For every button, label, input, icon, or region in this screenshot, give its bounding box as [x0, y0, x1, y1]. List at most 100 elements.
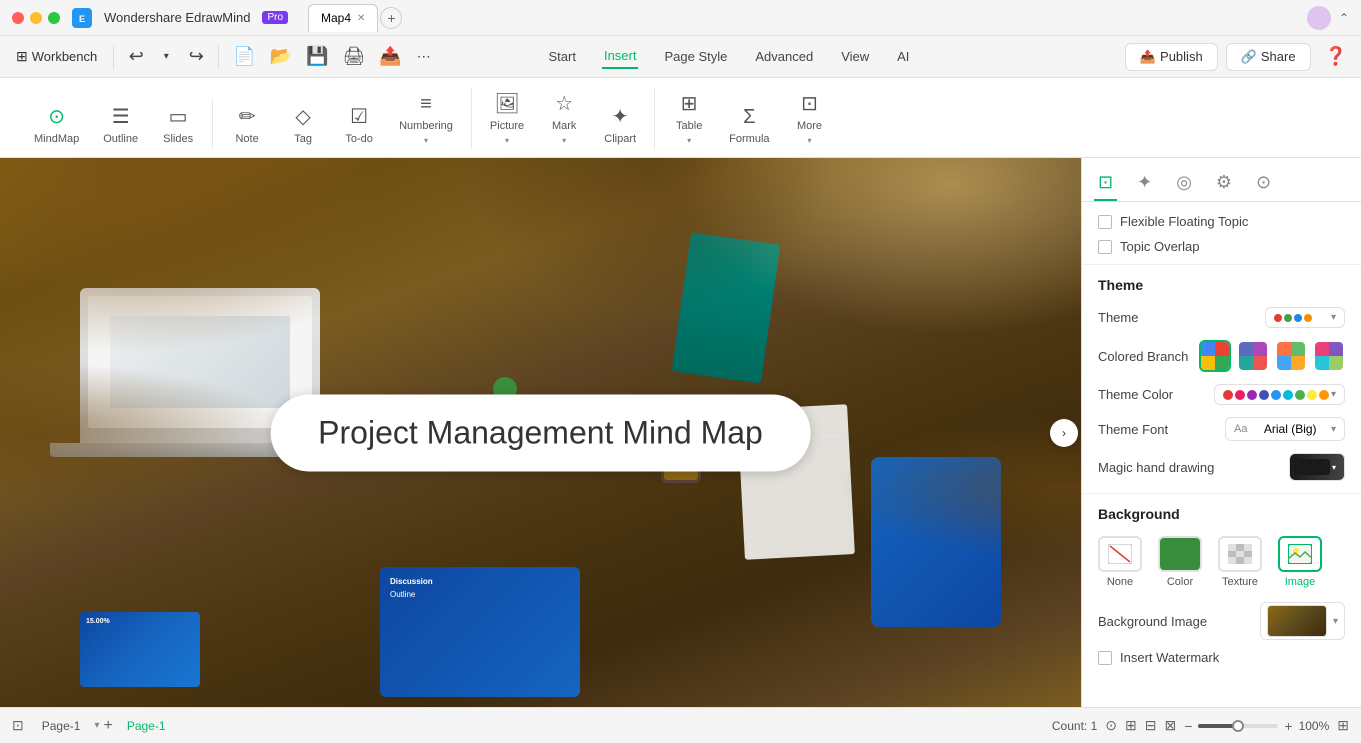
new-button[interactable]: 📄: [227, 43, 261, 71]
bg-color-option[interactable]: Color: [1158, 536, 1202, 588]
panel-tab-style[interactable]: ⊡: [1094, 166, 1117, 201]
mindmap-button[interactable]: ⊙ MindMap: [28, 100, 85, 149]
slides-button[interactable]: ▭ Slides: [156, 100, 200, 149]
branch-option-4[interactable]: [1313, 340, 1345, 372]
tab-page-style[interactable]: Page Style: [662, 45, 729, 68]
panel-toggle-button[interactable]: ›: [1050, 419, 1078, 447]
tab-advanced[interactable]: Advanced: [753, 45, 815, 68]
undo-dropdown[interactable]: ▾: [152, 43, 180, 71]
branch-option-1[interactable]: [1199, 340, 1231, 372]
tab-insert[interactable]: Insert: [602, 44, 639, 69]
zoom-controls: − + 100%: [1184, 718, 1329, 734]
todo-button[interactable]: ☑ To-do: [337, 100, 381, 149]
bg-image-icon: [1278, 536, 1322, 572]
magic-hand-dropdown[interactable]: ▾: [1289, 453, 1345, 481]
watermark-checkbox[interactable]: [1098, 651, 1112, 665]
mark-label: Mark: [552, 120, 576, 132]
redo-button[interactable]: ↪: [182, 43, 210, 71]
theme-dropdown[interactable]: ▾: [1265, 307, 1345, 328]
workbench-button[interactable]: ⊞ Workbench: [8, 44, 105, 69]
undo-button[interactable]: ↩: [122, 43, 150, 71]
branch-option-2[interactable]: [1237, 340, 1269, 372]
active-page-tab[interactable]: Page-1: [117, 717, 176, 735]
export-button[interactable]: 📤: [373, 43, 407, 71]
print-button[interactable]: 🖨: [337, 43, 372, 71]
table-button[interactable]: ⊞ Table ▾: [667, 87, 711, 149]
bg-image-thumbnail: [1267, 605, 1327, 637]
view-mode-group: ⊙ MindMap ☰ Outline ▭ Slides: [16, 100, 213, 149]
branch-option-3[interactable]: [1275, 340, 1307, 372]
topic-overlap-checkbox[interactable]: [1098, 240, 1112, 254]
view-icon[interactable]: ⊠: [1164, 717, 1176, 734]
open-button[interactable]: 📂: [264, 43, 298, 71]
mark-button[interactable]: ☆ Mark ▾: [542, 87, 586, 149]
publish-button[interactable]: 📤 Publish: [1125, 43, 1218, 71]
close-button[interactable]: [12, 12, 24, 24]
theme-color-arrow-icon: ▾: [1331, 389, 1336, 400]
bg-none-option[interactable]: None: [1098, 536, 1142, 588]
divider-2: [218, 45, 219, 69]
minimize-button[interactable]: [30, 12, 42, 24]
clipart-button[interactable]: ✦ Clipart: [598, 100, 642, 149]
title-bar-right: ⌃: [1307, 6, 1349, 30]
numbering-button[interactable]: ≡ Numbering ▾: [393, 89, 459, 149]
publish-icon: 📤: [1140, 49, 1156, 65]
magic-hand-row: Magic hand drawing ▾: [1098, 453, 1345, 481]
map-tab[interactable]: Map4 ✕: [308, 4, 378, 32]
bg-texture-option[interactable]: Texture: [1218, 536, 1262, 588]
note-button[interactable]: ✏ Note: [225, 100, 269, 149]
add-page-button[interactable]: +: [103, 717, 112, 735]
zoom-in-button[interactable]: +: [1284, 718, 1292, 734]
expand-icon[interactable]: ⊞: [1337, 717, 1349, 734]
bg-image-dropdown[interactable]: ▾: [1260, 602, 1345, 640]
save-button[interactable]: 💾: [300, 43, 334, 71]
page-tab-dropdown-btn[interactable]: Page-1: [32, 717, 91, 735]
tag-button[interactable]: ◇ Tag: [281, 100, 325, 149]
theme-color-dropdown[interactable]: ▾: [1214, 384, 1345, 405]
zoom-slider[interactable]: [1198, 724, 1278, 728]
more-tools-button[interactable]: ⋯: [410, 43, 438, 71]
add-tab-button[interactable]: +: [380, 7, 402, 29]
workbench-icon: ⊞: [16, 48, 28, 65]
floating-topic-checkbox[interactable]: [1098, 215, 1112, 229]
help-button[interactable]: ❓: [1319, 43, 1353, 71]
formula-button[interactable]: Σ Formula: [723, 102, 775, 149]
fullscreen-icon[interactable]: ⊟: [1145, 717, 1157, 734]
zoom-slider-thumb[interactable]: [1232, 720, 1244, 732]
separator-1: [1082, 264, 1361, 265]
page-tab-arrow-icon[interactable]: ▾: [94, 720, 99, 731]
tab-start[interactable]: Start: [547, 45, 578, 68]
background-section: Background None: [1098, 506, 1345, 665]
grid-icon[interactable]: ⊞: [1125, 717, 1137, 734]
tab-close-icon[interactable]: ✕: [357, 13, 365, 24]
panel-tab-ai[interactable]: ✦: [1133, 166, 1156, 201]
panel-tab-time[interactable]: ⊙: [1252, 166, 1275, 201]
bg-image-option[interactable]: Image: [1278, 536, 1322, 588]
collapse-button[interactable]: ⌃: [1339, 11, 1349, 25]
panel-tab-search[interactable]: ◎: [1172, 166, 1196, 201]
user-avatar[interactable]: [1307, 6, 1331, 30]
more-button[interactable]: ⊡ More ▾: [788, 87, 832, 149]
fit-icon[interactable]: ⊙: [1105, 717, 1117, 734]
color-6: [1283, 390, 1293, 400]
theme-font-row: Theme Font Aa Arial (Big) ▾: [1098, 417, 1345, 441]
page-tabs: Page-1 ▾ + Page-1: [32, 717, 176, 735]
color-7: [1295, 390, 1305, 400]
picture-button[interactable]: 🖼 Picture ▾: [484, 87, 530, 149]
outline-button[interactable]: ☰ Outline: [97, 100, 144, 149]
canvas-area[interactable]: 15.00% Discussion Outline: [0, 158, 1081, 707]
color-4: [1259, 390, 1269, 400]
bc4-br: [1329, 356, 1343, 370]
data-group: ⊞ Table ▾ Σ Formula ⊡ More ▾: [655, 87, 843, 149]
layout-icon[interactable]: ⊡: [12, 717, 24, 734]
panel-tab-settings[interactable]: ⚙: [1212, 166, 1236, 201]
theme-font-dropdown[interactable]: Aa Arial (Big) ▾: [1225, 417, 1345, 441]
mind-map-title: Project Management Mind Map: [270, 394, 811, 471]
traffic-lights[interactable]: [12, 12, 60, 24]
zoom-out-button[interactable]: −: [1184, 718, 1192, 734]
tab-ai[interactable]: AI: [895, 45, 911, 68]
color-2: [1235, 390, 1245, 400]
share-button[interactable]: 🔗 Share: [1226, 43, 1311, 71]
maximize-button[interactable]: [48, 12, 60, 24]
tab-view[interactable]: View: [839, 45, 871, 68]
